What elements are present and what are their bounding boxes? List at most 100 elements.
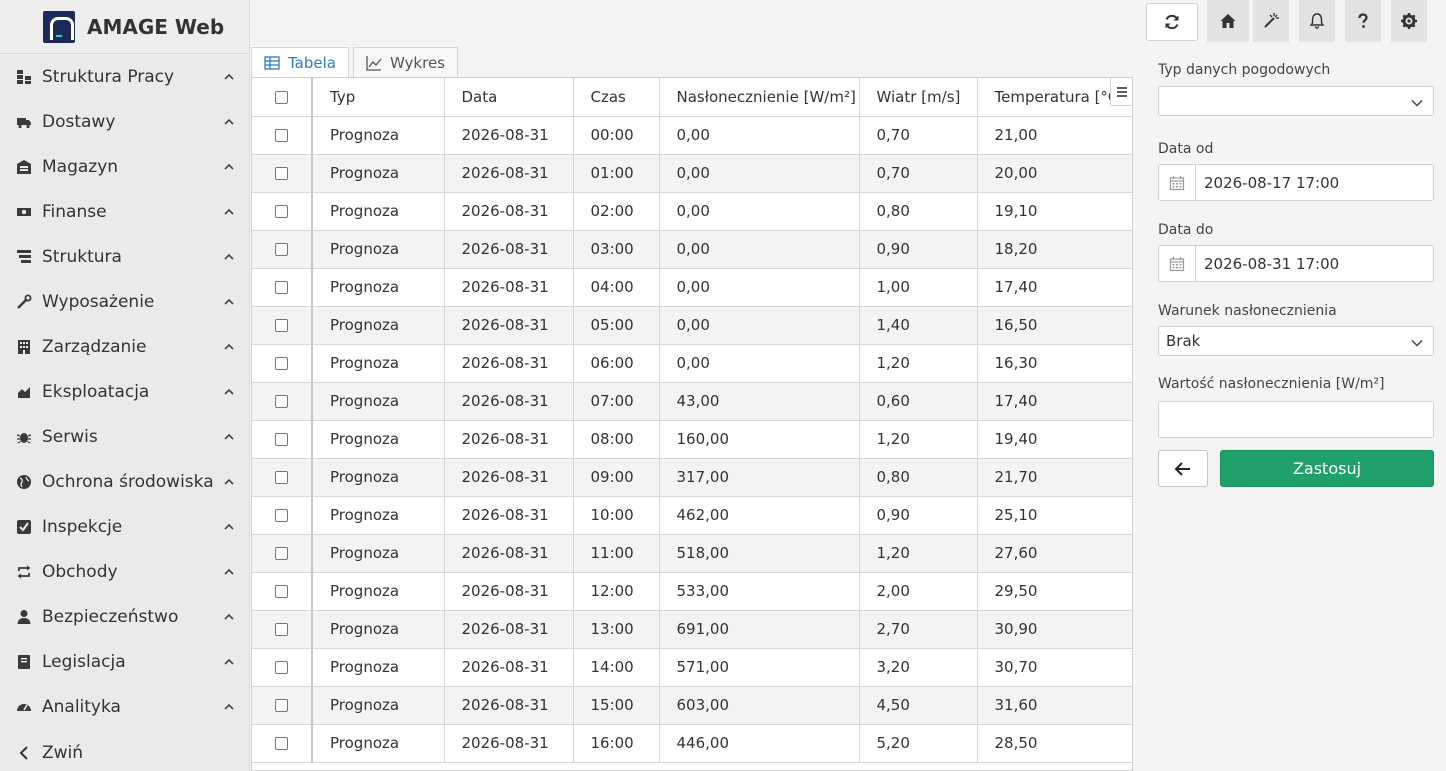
- magic-button[interactable]: [1253, 0, 1289, 42]
- row-checkbox[interactable]: [275, 205, 288, 218]
- sidebar-item-finanse[interactable]: Finanse: [0, 189, 249, 234]
- back-button[interactable]: [1158, 450, 1208, 487]
- table-row[interactable]: Prognoza 2026-08-31 03:00 0,00 0,90 18,20: [252, 230, 1132, 269]
- sidebar-item-label: Struktura: [42, 246, 122, 267]
- sidebar-item-legislacja[interactable]: Legislacja: [0, 639, 249, 684]
- table-row[interactable]: Prognoza 2026-08-31 10:00 462,00 0,90 25,10: [252, 496, 1132, 535]
- cell-czas: 05:00: [573, 306, 660, 345]
- brand[interactable]: AMAGE Web: [0, 0, 249, 54]
- chevron-up-icon[interactable]: [223, 386, 235, 398]
- sidebar-item-ochrona-środowiska[interactable]: Ochrona środowiska: [0, 459, 249, 504]
- help-button[interactable]: [1345, 0, 1381, 42]
- sidebar-item-eksploatacja[interactable]: Eksploatacja: [0, 369, 249, 414]
- warehouse-icon: [15, 158, 33, 176]
- date-to-field[interactable]: 2026-08-31 17:00: [1158, 245, 1434, 282]
- row-checkbox[interactable]: [275, 623, 288, 636]
- table-row[interactable]: Prognoza 2026-08-31 12:00 533,00 2,00 29,50: [252, 572, 1132, 611]
- chevron-up-icon[interactable]: [223, 71, 235, 83]
- sidebar-item-struktura[interactable]: Struktura: [0, 234, 249, 279]
- sidebar-item-zarządzanie[interactable]: Zarządzanie: [0, 324, 249, 369]
- table-row[interactable]: Prognoza 2026-08-31 09:00 317,00 0,80 21,70: [252, 458, 1132, 497]
- table-row[interactable]: Prognoza 2026-08-31 07:00 43,00 0,60 17,40: [252, 382, 1132, 421]
- table-row[interactable]: Prognoza 2026-08-31 11:00 518,00 1,20 27,60: [252, 534, 1132, 573]
- row-checkbox[interactable]: [275, 509, 288, 522]
- chevron-up-icon[interactable]: [223, 611, 235, 623]
- notifications-button[interactable]: [1299, 0, 1335, 42]
- row-checkbox[interactable]: [275, 737, 288, 750]
- sidebar-item-magazyn[interactable]: Magazyn: [0, 144, 249, 189]
- tab-wykres[interactable]: Wykres: [352, 47, 458, 78]
- chevron-up-icon[interactable]: [223, 431, 235, 443]
- cell-data: 2026-08-31: [444, 230, 574, 269]
- row-checkbox[interactable]: [275, 319, 288, 332]
- insolation-condition-select[interactable]: Brak: [1158, 326, 1434, 356]
- table-row[interactable]: Prognoza 2026-08-31 02:00 0,00 0,80 19,10: [252, 192, 1132, 231]
- chevron-up-icon[interactable]: [223, 476, 235, 488]
- sidebar-item-analityka[interactable]: Analityka: [0, 684, 249, 729]
- row-checkbox[interactable]: [275, 129, 288, 142]
- chevron-up-icon[interactable]: [223, 656, 235, 668]
- column-header-naslonecznienie[interactable]: Nasłonecznienie [W/m²]: [659, 78, 860, 117]
- sidebar-item-inspekcje[interactable]: Inspekcje: [0, 504, 249, 549]
- column-header-typ[interactable]: Typ: [312, 78, 445, 117]
- insolation-value-input[interactable]: [1158, 401, 1434, 438]
- row-checkbox[interactable]: [275, 661, 288, 674]
- row-checkbox[interactable]: [275, 167, 288, 180]
- sidebar-item-serwis[interactable]: Serwis: [0, 414, 249, 459]
- column-header-czas[interactable]: Czas: [573, 78, 660, 117]
- column-header-data[interactable]: Data: [444, 78, 574, 117]
- chevron-up-icon[interactable]: [223, 521, 235, 533]
- table-row[interactable]: Prognoza 2026-08-31 14:00 571,00 3,20 30,70: [252, 648, 1132, 687]
- sidebar-item-struktura-pracy[interactable]: Struktura Pracy: [0, 54, 249, 99]
- table-row[interactable]: Prognoza 2026-08-31 16:00 446,00 5,20 28,50: [252, 724, 1132, 763]
- refresh-button[interactable]: [1146, 3, 1198, 41]
- calendar-icon[interactable]: [1159, 165, 1196, 200]
- cell-data: 2026-08-31: [444, 192, 574, 231]
- row-checkbox[interactable]: [275, 433, 288, 446]
- chevron-up-icon[interactable]: [223, 701, 235, 713]
- table-row[interactable]: Prognoza 2026-08-31 15:00 603,00 4,50 31,60: [252, 686, 1132, 725]
- sidebar-item-label: Analityka: [42, 696, 121, 717]
- chevron-up-icon[interactable]: [223, 161, 235, 173]
- home-button[interactable]: [1207, 0, 1249, 42]
- sidebar-item-wyposażenie[interactable]: Wyposażenie: [0, 279, 249, 324]
- sidebar-item-obchody[interactable]: Obchody: [0, 549, 249, 594]
- date-from-field[interactable]: 2026-08-17 17:00: [1158, 164, 1434, 201]
- chevron-up-icon[interactable]: [223, 296, 235, 308]
- chevron-up-icon[interactable]: [223, 116, 235, 128]
- row-checkbox[interactable]: [275, 547, 288, 560]
- collapse-sidebar-button[interactable]: Zwiń: [0, 730, 250, 771]
- settings-button[interactable]: [1391, 0, 1427, 42]
- sidebar-item-bezpieczeństwo[interactable]: Bezpieczeństwo: [0, 594, 249, 639]
- cell-czas: 09:00: [573, 458, 660, 497]
- apply-button[interactable]: Zastosuj: [1220, 450, 1434, 487]
- select-all-checkbox[interactable]: [275, 90, 288, 104]
- chevron-up-icon[interactable]: [223, 566, 235, 578]
- row-checkbox[interactable]: [275, 471, 288, 484]
- row-checkbox[interactable]: [275, 281, 288, 294]
- calendar-icon[interactable]: [1159, 246, 1196, 281]
- row-checkbox[interactable]: [275, 699, 288, 712]
- column-menu-button[interactable]: [1110, 78, 1132, 106]
- row-checkbox[interactable]: [275, 395, 288, 408]
- weather-type-select[interactable]: [1158, 86, 1434, 116]
- bell-icon: [1309, 13, 1325, 29]
- table-row[interactable]: Prognoza 2026-08-31 01:00 0,00 0,70 20,00: [252, 154, 1132, 193]
- cell-typ: Prognoza: [312, 724, 445, 763]
- table-row[interactable]: Prognoza 2026-08-31 00:00 0,00 0,70 21,00: [252, 116, 1132, 155]
- chevron-up-icon[interactable]: [223, 206, 235, 218]
- column-header-wiatr[interactable]: Wiatr [m/s]: [859, 78, 978, 117]
- table-row[interactable]: Prognoza 2026-08-31 06:00 0,00 1,20 16,30: [252, 344, 1132, 383]
- row-checkbox[interactable]: [275, 243, 288, 256]
- date-from-label: Data od: [1158, 141, 1214, 157]
- table-row[interactable]: Prognoza 2026-08-31 04:00 0,00 1,00 17,40: [252, 268, 1132, 307]
- row-checkbox[interactable]: [275, 585, 288, 598]
- table-row[interactable]: Prognoza 2026-08-31 08:00 160,00 1,20 19,40: [252, 420, 1132, 459]
- table-row[interactable]: Prognoza 2026-08-31 05:00 0,00 1,40 16,50: [252, 306, 1132, 345]
- chevron-up-icon[interactable]: [223, 341, 235, 353]
- row-checkbox[interactable]: [275, 357, 288, 370]
- sidebar-item-dostawy[interactable]: Dostawy: [0, 99, 249, 144]
- tab-tabela[interactable]: Tabela: [251, 47, 349, 78]
- table-row[interactable]: Prognoza 2026-08-31 13:00 691,00 2,70 30,90: [252, 610, 1132, 649]
- chevron-up-icon[interactable]: [223, 251, 235, 263]
